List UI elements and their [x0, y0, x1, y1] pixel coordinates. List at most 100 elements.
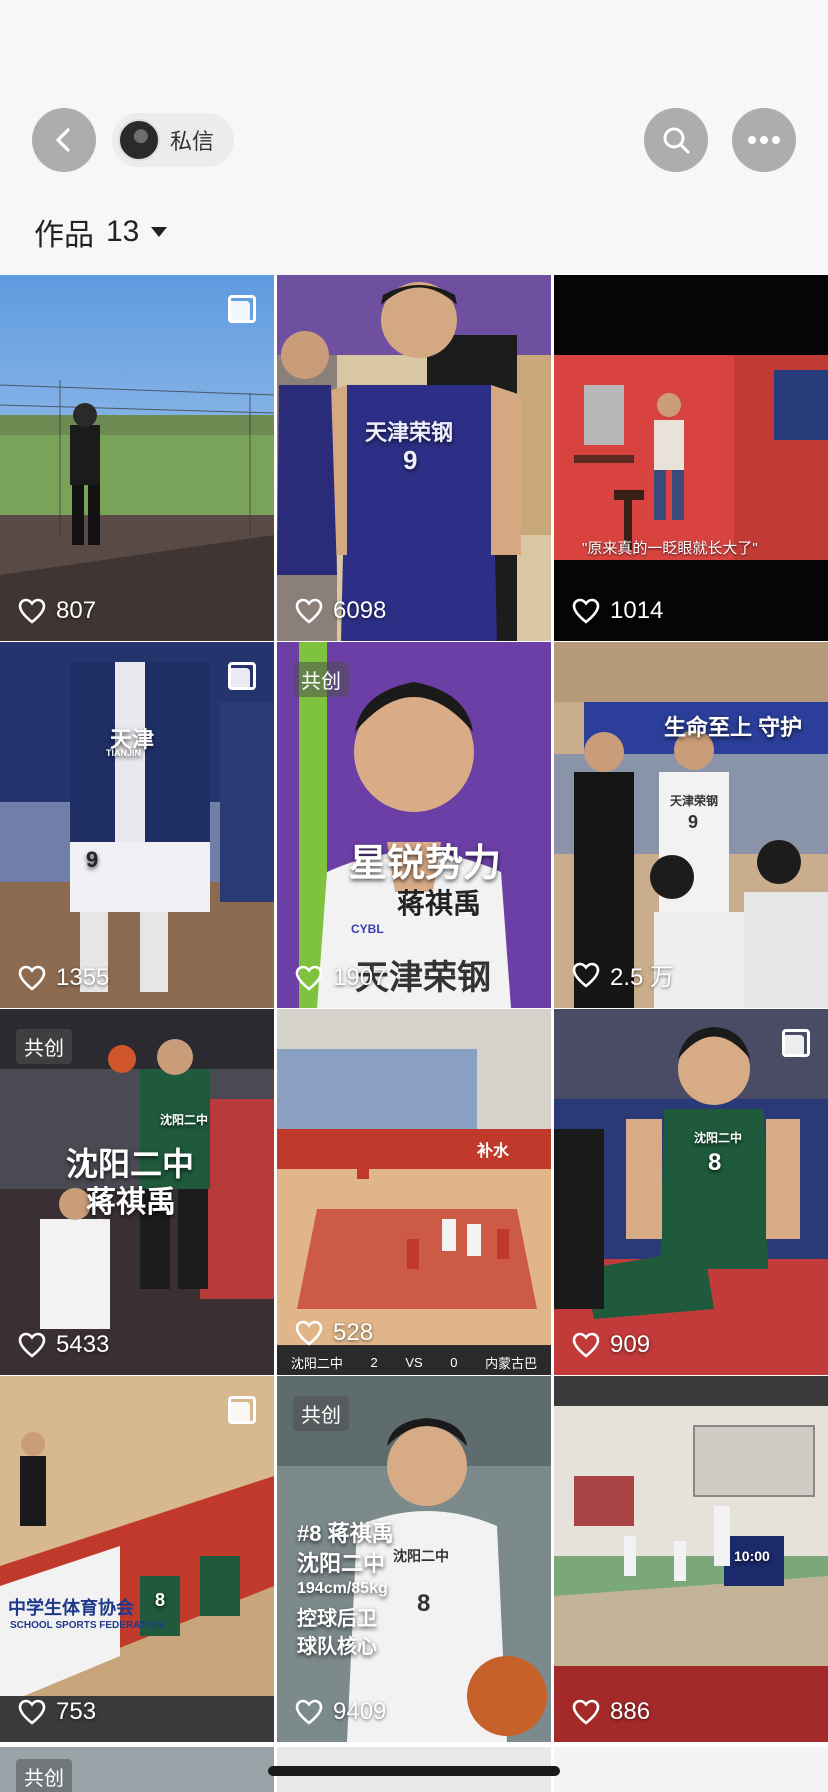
- heart-icon: [295, 1320, 323, 1346]
- sponsor-banner: 补水: [477, 1143, 510, 1160]
- heart-icon: [572, 962, 600, 988]
- overlay-line: #8 蒋祺禹: [297, 1521, 394, 1546]
- like-count: 886: [572, 1698, 650, 1726]
- like-count: 909: [572, 1331, 650, 1359]
- collab-tag: 共创: [16, 1759, 72, 1792]
- jersey-text: 沈阳二中: [160, 1113, 209, 1127]
- direct-message-button[interactable]: 私信: [112, 113, 234, 167]
- heart-icon: [572, 1332, 600, 1358]
- like-count: 528: [295, 1319, 373, 1347]
- like-count: 1014: [572, 597, 663, 625]
- heart-icon: [18, 965, 46, 991]
- scoreboard-away: 内蒙古巴: [485, 1355, 538, 1371]
- like-count: 5433: [18, 1331, 109, 1359]
- jersey-number: 9: [86, 847, 99, 872]
- more-horizontal-icon: [748, 136, 780, 144]
- jersey-number: 8: [155, 1590, 166, 1610]
- video-tile[interactable]: "原来真的一眨眼就长大了" 1014: [554, 275, 828, 641]
- multi-image-icon: [228, 1396, 256, 1424]
- video-tile[interactable]: 补水 沈阳二中 2 VS 0 内蒙古巴 528: [277, 1009, 551, 1375]
- like-count: 2.5 万: [572, 957, 674, 992]
- heart-icon: [18, 1699, 46, 1725]
- heart-icon: [572, 598, 600, 624]
- banner-text: 中学生体育协会: [8, 1598, 134, 1618]
- like-count-value: 1907: [333, 964, 387, 991]
- heart-icon: [572, 1699, 600, 1725]
- video-tile[interactable]: [554, 1747, 828, 1792]
- jersey-text: 天津荣钢: [365, 420, 454, 445]
- arena-scoreboard: 10:00: [734, 1548, 770, 1564]
- works-count: 13: [106, 215, 140, 248]
- arena-banner: 生命至上 守护: [664, 715, 803, 740]
- heart-icon: [295, 598, 323, 624]
- video-tile[interactable]: 10:00 886: [554, 1376, 828, 1742]
- video-tile[interactable]: 生命至上 守护 天津荣钢 9 2.5 万: [554, 642, 828, 1008]
- like-count-value: 9409: [333, 1698, 387, 1725]
- video-tile[interactable]: 共创: [0, 1747, 274, 1792]
- scoreboard: 沈阳二中 2 VS 0 内蒙古巴: [277, 1349, 551, 1375]
- overlay-line: 沈阳二中: [297, 1551, 386, 1576]
- caret-down-icon: [151, 227, 168, 237]
- jersey-number: 8: [708, 1149, 722, 1176]
- jersey-text: 天津荣钢: [670, 794, 719, 808]
- heart-icon: [18, 598, 46, 624]
- like-count-value: 2.5 万: [610, 964, 675, 991]
- overlay-subtitle: 蒋祺禹: [86, 1186, 176, 1219]
- like-count-value: 909: [610, 1331, 651, 1358]
- jersey-number: 8: [417, 1590, 431, 1617]
- like-count-value: 528: [333, 1319, 374, 1346]
- jersey-subtext: TIANJIN: [106, 748, 142, 758]
- thumbnail: 沈阳二中 8: [554, 1009, 828, 1375]
- overlay-line: 194cm/85kg: [297, 1580, 388, 1597]
- like-count-value: 5433: [56, 1331, 110, 1358]
- video-tile[interactable]: 沈阳二中 蒋祺禹 沈阳二中 共创 5433: [0, 1009, 274, 1375]
- like-count: 9409: [295, 1698, 386, 1726]
- collab-tag: 共创: [293, 662, 349, 697]
- video-tile[interactable]: 天津 TIANJIN 9 1355: [0, 642, 274, 1008]
- scoreboard-home-score: 2: [370, 1354, 378, 1370]
- banner-subtext: SCHOOL SPORTS FEDERATION: [10, 1620, 164, 1631]
- collab-tag: 共创: [293, 1396, 349, 1431]
- like-count: 1907: [295, 964, 386, 992]
- jersey-text: 沈阳二中: [393, 1548, 449, 1564]
- home-indicator[interactable]: [268, 1766, 560, 1776]
- more-options-button[interactable]: [732, 108, 796, 172]
- overlay-subtitle: 蒋祺禹: [397, 888, 482, 919]
- multi-image-icon: [228, 295, 256, 323]
- like-count: 1355: [18, 964, 109, 992]
- jersey-text: 沈阳二中: [694, 1131, 743, 1145]
- like-count-value: 886: [610, 1698, 651, 1725]
- video-tile[interactable]: 中学生体育协会 SCHOOL SPORTS FEDERATION 8 753: [0, 1376, 274, 1742]
- thumbnail: "原来真的一眨眼就长大了": [554, 275, 828, 641]
- like-count-value: 1014: [610, 597, 664, 624]
- like-count: 807: [18, 597, 96, 625]
- league-badge: CYBL: [351, 922, 384, 936]
- jersey-number: 9: [688, 812, 699, 832]
- jersey-number: 9: [403, 445, 418, 475]
- heart-icon: [295, 1699, 323, 1725]
- multi-image-icon: [782, 1029, 810, 1057]
- overlay-line: 球队核心: [297, 1636, 377, 1658]
- scoreboard-home: 沈阳二中: [290, 1355, 343, 1371]
- search-button[interactable]: [644, 108, 708, 172]
- heart-icon: [295, 965, 323, 991]
- back-button[interactable]: [32, 108, 96, 172]
- thumbnail: [0, 275, 274, 641]
- direct-message-label: 私信: [170, 129, 215, 154]
- thumbnail: 中学生体育协会 SCHOOL SPORTS FEDERATION 8: [0, 1376, 274, 1742]
- thumbnail: [554, 1747, 828, 1792]
- like-count: 753: [18, 1698, 96, 1726]
- video-tile[interactable]: #8 蒋祺禹 沈阳二中 194cm/85kg 控球后卫 球队核心 沈阳二中 8 …: [277, 1376, 551, 1742]
- video-tile[interactable]: 沈阳二中 8 909: [554, 1009, 828, 1375]
- works-filter[interactable]: 作品 13: [34, 210, 168, 254]
- video-tile[interactable]: 星锐势力 蒋祺禹 CYBL 天津荣钢 共创 1907: [277, 642, 551, 1008]
- thumbnail: 天津荣钢 9: [277, 275, 551, 641]
- search-icon: [663, 127, 690, 154]
- video-tile[interactable]: 天津荣钢 9 6098: [277, 275, 551, 641]
- video-tile[interactable]: 807: [0, 275, 274, 641]
- heart-icon: [18, 1332, 46, 1358]
- like-count-value: 807: [56, 597, 97, 624]
- works-label: 作品: [34, 219, 94, 252]
- like-count-value: 753: [56, 1698, 97, 1725]
- overlay-title: 星锐势力: [349, 843, 502, 885]
